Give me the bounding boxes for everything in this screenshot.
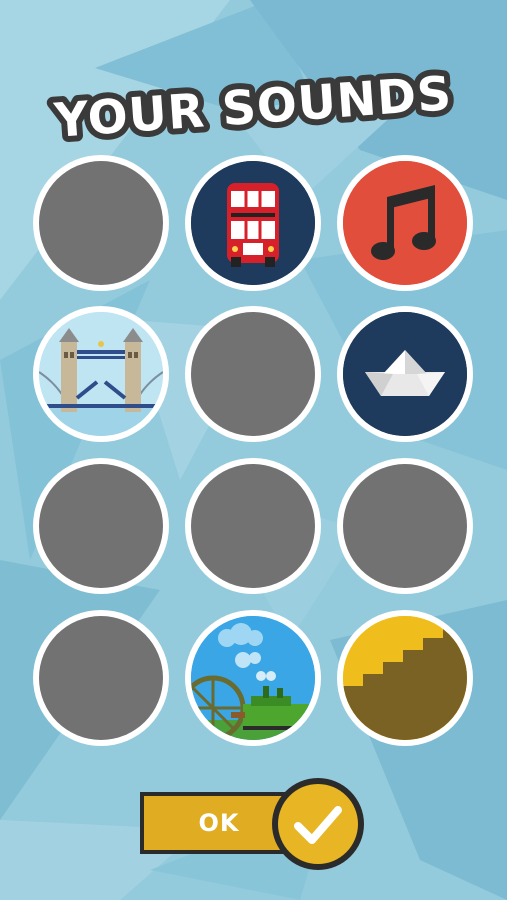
- locked-slot-icon: [191, 312, 315, 436]
- sound-slot-locked[interactable]: [185, 458, 321, 594]
- checkmark-icon: [294, 806, 342, 844]
- sound-slot-locked[interactable]: [33, 458, 169, 594]
- sound-slot-bridge[interactable]: [33, 306, 169, 442]
- sound-slot-locked[interactable]: [33, 155, 169, 291]
- steam-engine-icon: [191, 616, 315, 740]
- sound-slot-stairs[interactable]: [337, 610, 473, 746]
- sound-slot-steam-engine[interactable]: [185, 610, 321, 746]
- sound-slot-locked[interactable]: [33, 610, 169, 746]
- sound-slot-boat[interactable]: [337, 306, 473, 442]
- sound-slot-locked[interactable]: [185, 306, 321, 442]
- sound-slot-locked[interactable]: [337, 458, 473, 594]
- double-decker-bus-icon: [191, 161, 315, 285]
- locked-slot-icon: [39, 616, 163, 740]
- ok-button[interactable]: OK: [140, 776, 370, 870]
- sound-slot-bus[interactable]: [185, 155, 321, 291]
- locked-slot-icon: [39, 161, 163, 285]
- locked-slot-icon: [191, 464, 315, 588]
- tower-bridge-icon: [39, 312, 163, 436]
- locked-slot-icon: [39, 464, 163, 588]
- locked-slot-icon: [343, 464, 467, 588]
- sound-slot-music[interactable]: [337, 155, 473, 291]
- music-note-icon: [343, 161, 467, 285]
- sounds-grid: [0, 0, 507, 900]
- stairs-icon: [343, 616, 467, 740]
- ok-check-badge: [272, 778, 364, 870]
- paper-boat-icon: [343, 312, 467, 436]
